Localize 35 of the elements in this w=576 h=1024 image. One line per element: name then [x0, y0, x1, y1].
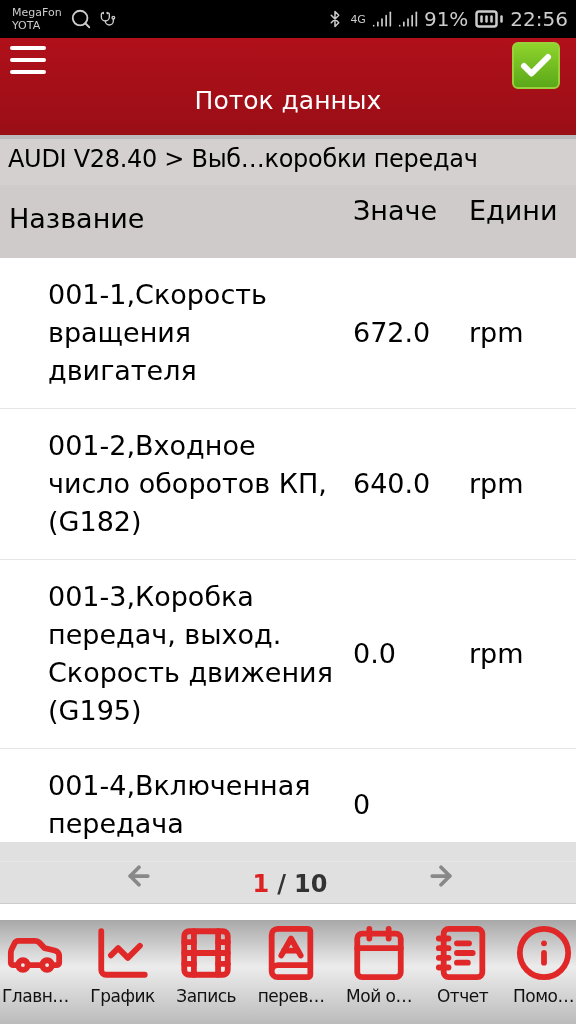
- confirm-button[interactable]: [512, 42, 560, 89]
- toolbar-button[interactable]: Помо…: [513, 924, 574, 1024]
- toolbar-button[interactable]: перев…: [257, 924, 325, 1024]
- signal-icon: [397, 9, 418, 29]
- signal-icon: [371, 9, 392, 29]
- screen-title: Поток данных: [194, 86, 382, 115]
- parameter-name: 001-1,Скорость вращения двигателя: [47, 278, 268, 388]
- carrier-name: MegaFon YOTA: [12, 6, 62, 32]
- column-header: Название: [8, 202, 146, 234]
- parameter-value: 0: [352, 788, 372, 822]
- page-indicator: 1 / 10: [252, 869, 328, 898]
- parameter-value: 672.0: [352, 316, 432, 350]
- parameter-unit: rpm: [468, 467, 525, 501]
- info-icon: [514, 924, 573, 982]
- network-type: 4G: [350, 12, 366, 26]
- breadcrumb: AUDI V28.40 > Выб…коробки передач: [0, 135, 576, 185]
- column-header: Значе: [352, 194, 439, 226]
- stethoscope-icon: [99, 11, 116, 27]
- column-header: Едини: [468, 194, 559, 226]
- parameter-unit: rpm: [468, 316, 525, 350]
- parameter-unit: rpm: [468, 637, 525, 671]
- toolbar-button[interactable]: Отчет: [433, 924, 492, 1024]
- toolbar-button[interactable]: Запись: [176, 924, 237, 1024]
- parameter-value: 640.0: [352, 467, 432, 501]
- parameter-value: 0.0: [352, 637, 397, 671]
- parameter-name: 001-3,Коробка передач, выход. Скорость движения (G195): [47, 580, 334, 728]
- menu-button[interactable]: [10, 46, 46, 74]
- search-icon: [69, 8, 92, 30]
- toolbar-button[interactable]: Мой о…: [346, 924, 412, 1024]
- clock: 22:56: [510, 7, 568, 31]
- parameter-name: 001-2,Входное число оборотов КП, (G182): [47, 429, 328, 539]
- toolbar-button[interactable]: Главн…: [2, 924, 69, 1024]
- parameter-name: 001-4,Включенная передача: [47, 769, 312, 841]
- toolbar-button[interactable]: График: [90, 924, 155, 1024]
- battery-percent: 91%: [423, 7, 469, 31]
